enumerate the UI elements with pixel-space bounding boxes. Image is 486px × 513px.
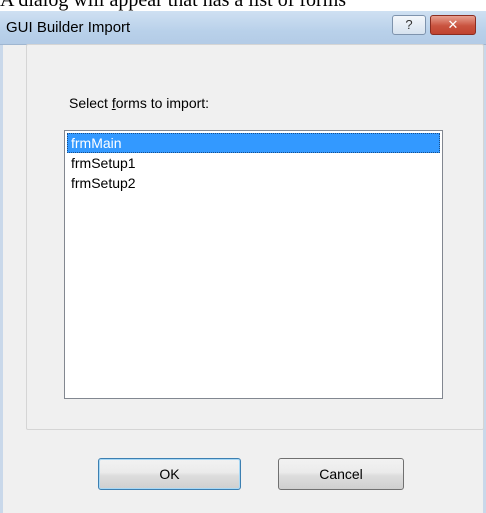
select-label-text-start: Select: [69, 95, 112, 111]
help-button[interactable]: ?: [392, 15, 426, 35]
close-button[interactable]: ✕: [430, 15, 476, 35]
window-title: GUI Builder Import: [6, 19, 131, 36]
select-forms-label: Select forms to import:: [69, 95, 209, 111]
window-border-left: [0, 45, 3, 513]
list-item-frmmain[interactable]: frmMain: [67, 133, 440, 153]
document-caption: A dialog will appear that has a list of …: [0, 0, 347, 11]
ok-button[interactable]: OK: [98, 458, 241, 490]
title-bar[interactable]: GUI Builder Import ? ✕: [0, 11, 486, 45]
select-label-text-end: orms to import:: [115, 95, 210, 111]
cancel-button[interactable]: Cancel: [278, 458, 404, 490]
close-icon: ✕: [447, 17, 459, 32]
help-icon: ?: [405, 17, 413, 32]
list-item-frmsetup1[interactable]: frmSetup1: [67, 153, 440, 173]
forms-listbox[interactable]: frmMain frmSetup1 frmSetup2: [64, 130, 443, 399]
dialog-window: GUI Builder Import ? ✕ Select forms to i…: [0, 11, 486, 513]
list-item-frmsetup2[interactable]: frmSetup2: [67, 173, 440, 193]
